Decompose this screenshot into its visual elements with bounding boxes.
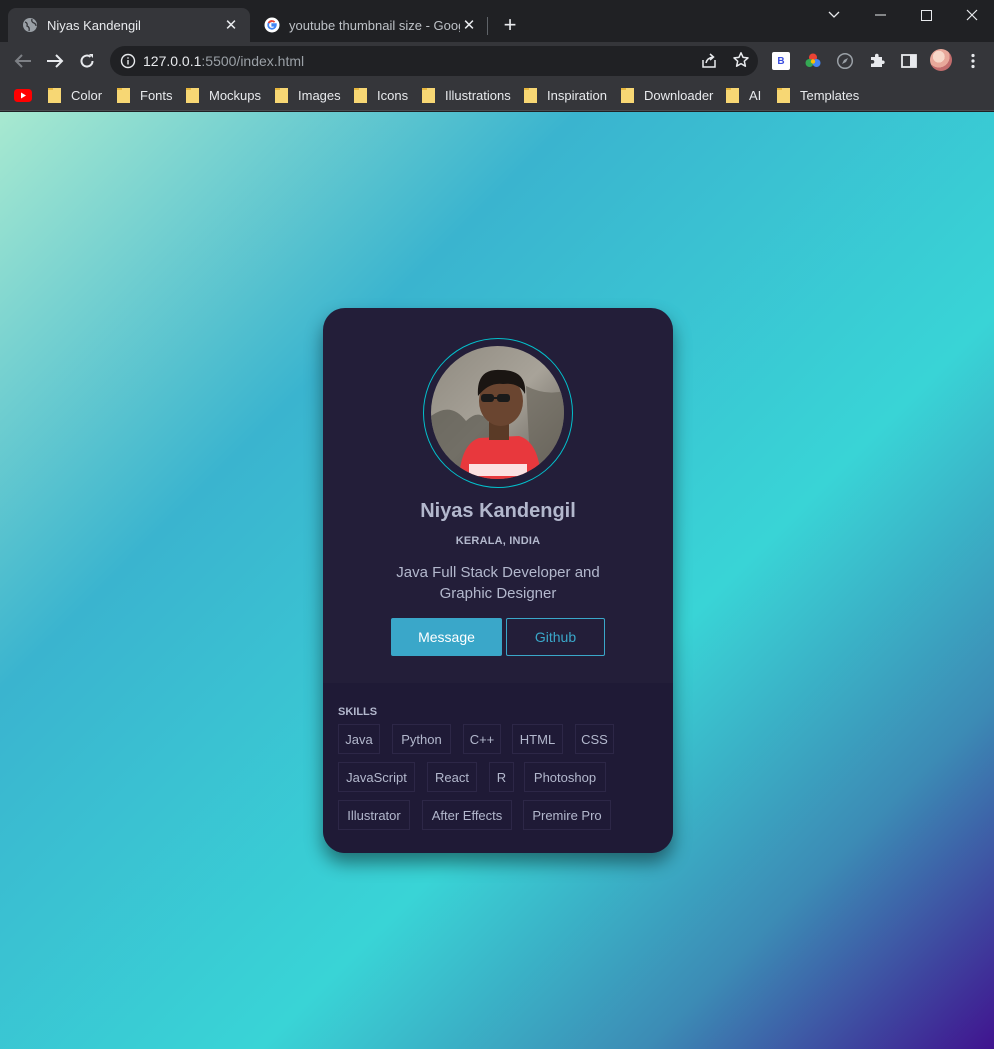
profile-card: Niyas Kandengil KERALA, INDIA Java Full …: [323, 308, 673, 853]
skill-tag: Java: [338, 724, 380, 754]
skill-tag: After Effects: [422, 800, 512, 830]
more-menu-icon[interactable]: [964, 52, 982, 70]
color-picker-extension-icon[interactable]: [804, 52, 822, 70]
profile-avatar-icon[interactable]: [930, 49, 952, 71]
bookmarks-bar: Color Fonts Mockups Images Icons Illustr…: [0, 80, 994, 111]
folder-icon: [275, 87, 288, 103]
reload-icon[interactable]: [73, 47, 101, 75]
side-panel-icon[interactable]: [900, 52, 918, 70]
skill-tag: HTML: [512, 724, 563, 754]
folder-icon: [186, 87, 199, 103]
folder-icon: [354, 87, 367, 103]
minimize-button[interactable]: [857, 0, 903, 30]
extensions-puzzle-icon[interactable]: [868, 52, 886, 70]
skill-tag: Premire Pro: [523, 800, 611, 830]
profile-location: KERALA, INDIA: [455, 535, 541, 547]
profile-role: Java Full Stack Developer and Graphic De…: [396, 564, 600, 602]
address-bar[interactable]: 127.0.0.1:5500/index.html: [110, 46, 758, 76]
tab-search-chevron-icon[interactable]: [811, 0, 857, 30]
compass-extension-icon[interactable]: [836, 52, 854, 70]
close-tab-icon[interactable]: ✕: [222, 16, 240, 34]
share-icon[interactable]: [700, 52, 718, 70]
globe-icon: [22, 17, 38, 33]
bookmark-fonts[interactable]: Fonts: [117, 84, 173, 106]
bookmark-illustrations[interactable]: Illustrations: [422, 84, 511, 106]
skills-section: SKILLS Java Python C++ HTML CSS JavaScri…: [323, 683, 673, 853]
new-tab-button[interactable]: +: [498, 13, 522, 37]
bookmark-mockups[interactable]: Mockups: [186, 84, 261, 106]
bookmark-star-icon[interactable]: [732, 51, 750, 69]
folder-icon: [621, 87, 634, 103]
avatar-ring: [423, 338, 573, 488]
youtube-bookmark[interactable]: [14, 84, 32, 106]
bookmark-images[interactable]: Images: [275, 84, 341, 106]
youtube-icon: [14, 88, 32, 102]
skill-tag: C++: [463, 724, 501, 754]
tab-divider: [487, 17, 488, 35]
google-icon: [264, 17, 280, 33]
url-text: 127.0.0.1:5500/index.html: [143, 53, 305, 69]
tab-title: Niyas Kandengil: [47, 17, 141, 33]
github-button[interactable]: Github: [506, 618, 605, 656]
folder-icon: [117, 87, 130, 103]
bookmark-downloader[interactable]: Downloader: [621, 84, 713, 106]
close-window-button[interactable]: [949, 0, 994, 30]
extension-b-icon[interactable]: B: [772, 52, 790, 70]
bookmark-templates[interactable]: Templates: [777, 84, 859, 106]
bookmark-inspiration[interactable]: Inspiration: [524, 84, 607, 106]
forward-arrow-icon[interactable]: [41, 47, 69, 75]
skill-tag: React: [427, 762, 477, 792]
tab-strip: Niyas Kandengil ✕ youtube thumbnail size…: [0, 0, 994, 42]
avatar: [431, 346, 564, 479]
folder-icon: [726, 87, 739, 103]
back-arrow-icon[interactable]: [9, 47, 37, 75]
skill-tag: CSS: [575, 724, 614, 754]
skill-tag: Illustrator: [338, 800, 410, 830]
folder-icon: [524, 87, 537, 103]
tab-niyas-kandengil[interactable]: Niyas Kandengil ✕: [8, 8, 250, 42]
folder-icon: [777, 87, 790, 103]
skill-tag: R: [489, 762, 514, 792]
bookmark-ai[interactable]: AI: [726, 84, 761, 106]
skill-tag: Python: [392, 724, 451, 754]
bookmark-icons[interactable]: Icons: [354, 84, 408, 106]
site-info-icon[interactable]: [120, 53, 136, 69]
maximize-button[interactable]: [903, 0, 949, 30]
page-viewport: Niyas Kandengil KERALA, INDIA Java Full …: [0, 112, 994, 1049]
message-button[interactable]: Message: [391, 618, 502, 656]
bookmark-color[interactable]: Color: [48, 84, 102, 106]
skill-tag: Photoshop: [524, 762, 606, 792]
close-tab-icon[interactable]: ✕: [460, 16, 478, 34]
skill-tag: JavaScript: [338, 762, 415, 792]
tab-youtube-thumbnail[interactable]: youtube thumbnail size - Google ✕: [250, 8, 488, 42]
folder-icon: [48, 87, 61, 103]
folder-icon: [422, 87, 435, 103]
browser-toolbar: 127.0.0.1:5500/index.html B: [0, 42, 994, 80]
skills-title: SKILLS: [338, 706, 378, 718]
tab-title: youtube thumbnail size - Google: [289, 17, 460, 33]
profile-name: Niyas Kandengil: [420, 500, 576, 522]
